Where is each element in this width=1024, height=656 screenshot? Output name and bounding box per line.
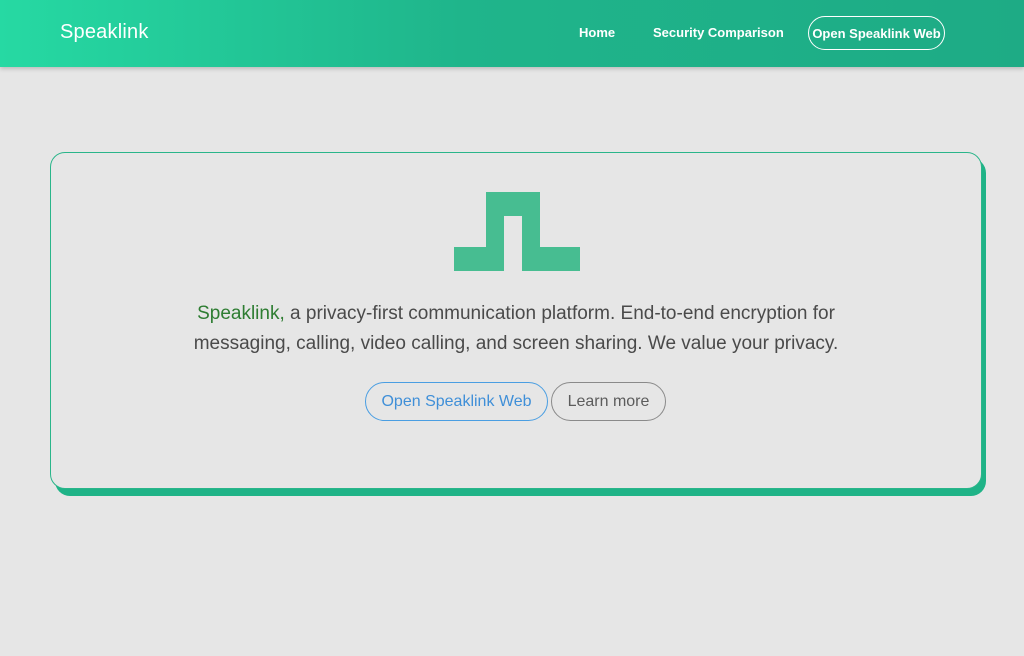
- speaklink-logo-icon: [454, 192, 580, 271]
- nav-link-security-comparison[interactable]: Security Comparison: [653, 25, 784, 40]
- tagline-line-1: Speaklink, a privacy-first communication…: [51, 299, 981, 329]
- open-speaklink-web-button[interactable]: Open Speaklink Web: [365, 382, 548, 421]
- nav-link-home[interactable]: Home: [579, 25, 615, 40]
- hero-card: Speaklink, a privacy-first communication…: [50, 152, 982, 489]
- hero-tagline: Speaklink, a privacy-first communication…: [51, 299, 981, 359]
- learn-more-button[interactable]: Learn more: [551, 382, 666, 421]
- top-navbar: Speaklink Home Security Comparison Open …: [0, 0, 1024, 67]
- open-speaklink-web-nav-button[interactable]: Open Speaklink Web: [808, 16, 945, 50]
- tagline-line-2: messaging, calling, video calling, and s…: [193, 333, 839, 354]
- brand-link[interactable]: Speaklink: [60, 21, 149, 44]
- tagline-text-1: a privacy-first communication platform. …: [284, 303, 835, 324]
- brand-name-highlight: Speaklink,: [197, 303, 285, 324]
